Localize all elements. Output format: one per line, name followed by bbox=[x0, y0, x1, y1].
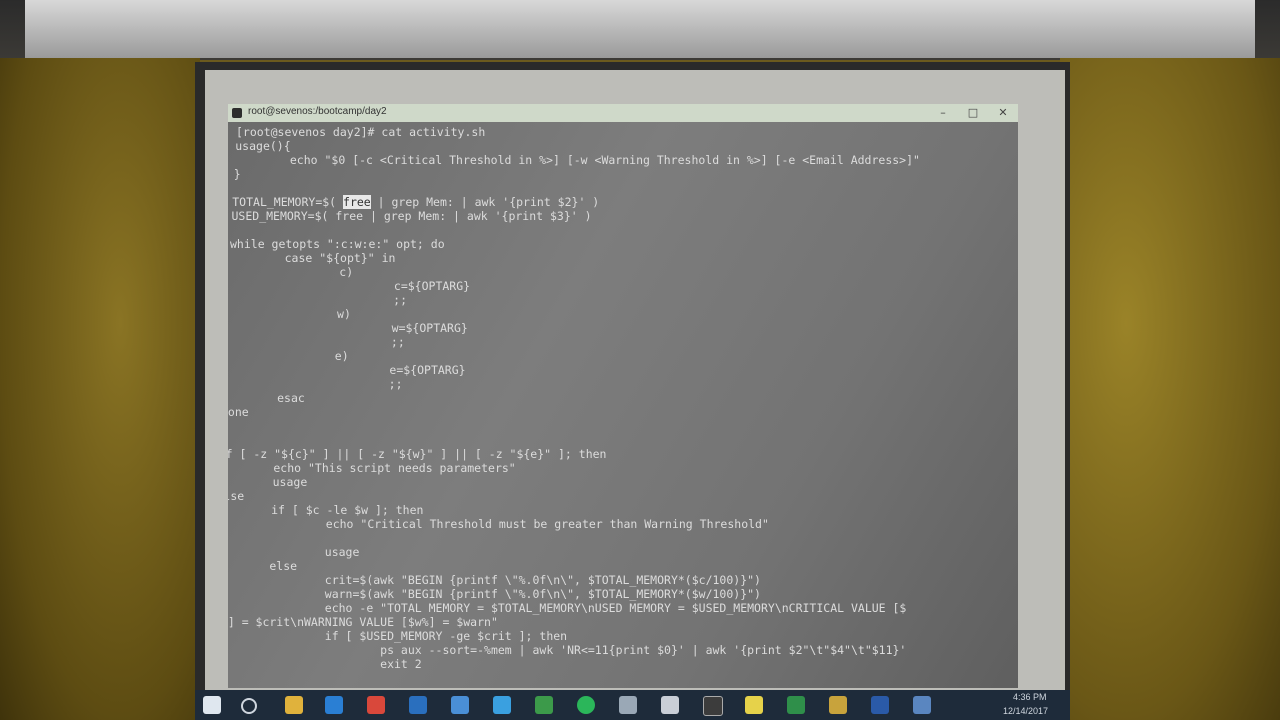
terminal-line: usage(){ bbox=[235, 139, 291, 153]
word-icon[interactable] bbox=[871, 696, 889, 714]
spotify-icon[interactable] bbox=[577, 696, 595, 714]
terminal-line: TOTAL_MEMORY=$( free | grep Mem: | awk '… bbox=[232, 195, 600, 209]
taskbar: 4:36 PM 12/14/2017 bbox=[195, 690, 1070, 720]
terminal-line: echo "This script needs parameters" bbox=[228, 461, 516, 475]
close-button[interactable]: ✕ bbox=[988, 104, 1018, 122]
chrome-icon[interactable] bbox=[367, 696, 385, 714]
terminal-icon bbox=[232, 108, 242, 118]
terminal-line: done bbox=[228, 405, 249, 419]
terminal-line: exit 2 bbox=[228, 657, 422, 671]
excel-icon[interactable] bbox=[787, 696, 805, 714]
terminal-line: ps aux --sort=-%mem | awk 'NR<=11{print … bbox=[228, 643, 907, 657]
terminal-line: e) bbox=[228, 349, 349, 363]
terminal-line: [root@sevenos day2]# cat activity.sh bbox=[236, 125, 486, 139]
app2-icon[interactable] bbox=[829, 696, 847, 714]
terminal-line: e=${OPTARG} bbox=[228, 363, 466, 377]
terminal-line: w=${OPTARG} bbox=[228, 321, 468, 335]
terminal-line: } bbox=[233, 167, 241, 181]
terminal-line: if [ $USED_MEMORY -ge $crit ]; then bbox=[228, 629, 568, 643]
terminal-line: ;; bbox=[228, 293, 408, 307]
terminal-line: esac bbox=[228, 391, 305, 405]
projector-screen-housing bbox=[25, 0, 1255, 58]
terminal-line: while getopts ":c:w:e:" opt; do bbox=[230, 237, 445, 251]
terminal-line: warn=$(awk "BEGIN {printf \"%.0f\n\", $T… bbox=[228, 587, 761, 601]
terminal-taskbar-icon[interactable] bbox=[703, 696, 723, 716]
terminal-line: ;; bbox=[228, 335, 405, 349]
terminal-window[interactable]: root@sevenos:/bootcamp/day2 – □ ✕ [root@… bbox=[228, 104, 1018, 688]
window-title: root@sevenos:/bootcamp/day2 bbox=[248, 106, 387, 117]
terminal-line: echo -e "TOTAL MEMORY = $TOTAL_MEMORY\nU… bbox=[228, 601, 907, 615]
outlook-icon[interactable] bbox=[409, 696, 427, 714]
terminal-line: if [ $c -le $w ]; then bbox=[228, 503, 424, 517]
search-icon[interactable] bbox=[241, 698, 257, 714]
sticky-notes-icon[interactable] bbox=[745, 696, 763, 714]
terminal-line: case "${opt}" in bbox=[229, 251, 396, 265]
notepad-icon[interactable] bbox=[535, 696, 553, 714]
terminal-line: w) bbox=[228, 307, 351, 321]
terminal-line: if [ -z "${c}" ] || [ -z "${w}" ] || [ -… bbox=[228, 447, 607, 461]
terminal-line: crit=$(awk "BEGIN {printf \"%.0f\n\", $T… bbox=[228, 573, 761, 587]
terminal-titlebar[interactable]: root@sevenos:/bootcamp/day2 – □ ✕ bbox=[228, 104, 1018, 122]
terminal-line: c) bbox=[228, 265, 354, 279]
terminal-line: c%] = $crit\nWARNING VALUE [$w%] = $warn… bbox=[228, 615, 498, 629]
selected-text[interactable]: free bbox=[343, 195, 371, 209]
terminal-line: usage bbox=[272, 475, 308, 489]
mail-icon[interactable] bbox=[451, 696, 469, 714]
clock-date[interactable]: 12/14/2017 bbox=[1003, 706, 1048, 716]
wall-left bbox=[0, 58, 200, 720]
wall-right bbox=[1060, 58, 1280, 720]
terminal-line: c=${OPTARG} bbox=[228, 279, 471, 293]
terminal-line: echo "$0 [-c <Critical Threshold in %>] … bbox=[234, 153, 920, 167]
file-explorer-icon[interactable] bbox=[285, 696, 303, 714]
terminal-line: usage bbox=[228, 545, 360, 559]
terminal-line: ;; bbox=[228, 377, 403, 391]
start-icon[interactable] bbox=[203, 696, 221, 714]
edge-icon[interactable] bbox=[325, 696, 343, 714]
lock-icon[interactable] bbox=[661, 696, 679, 714]
skype-icon[interactable] bbox=[493, 696, 511, 714]
minimize-button[interactable]: – bbox=[928, 104, 958, 122]
network-icon[interactable] bbox=[913, 696, 931, 714]
terminal-line: USED_MEMORY=$( free | grep Mem: | awk '{… bbox=[231, 209, 592, 223]
app-icon[interactable] bbox=[619, 696, 637, 714]
terminal-line: else bbox=[269, 559, 298, 573]
terminal-line: echo "Critical Threshold must be greater… bbox=[228, 517, 769, 531]
maximize-button[interactable]: □ bbox=[958, 104, 988, 122]
clock-time[interactable]: 4:36 PM bbox=[1013, 692, 1047, 702]
terminal-line: else bbox=[228, 489, 245, 503]
